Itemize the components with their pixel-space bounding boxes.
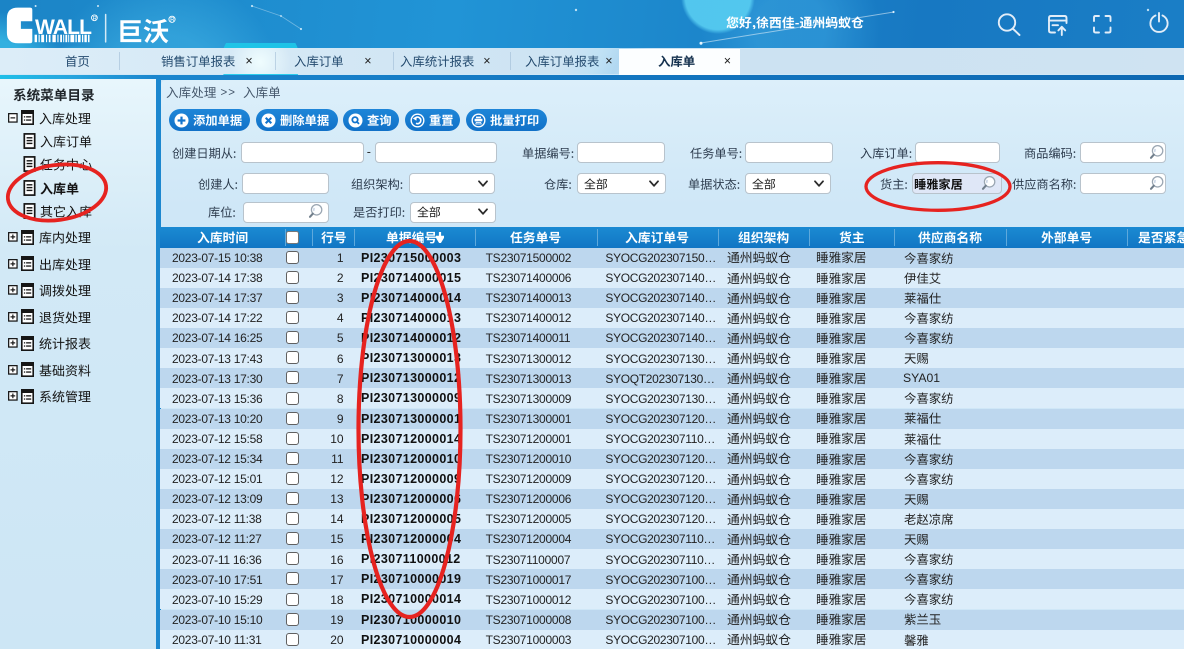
svg-text:R: R: [93, 16, 97, 22]
svg-text:R: R: [170, 17, 175, 24]
